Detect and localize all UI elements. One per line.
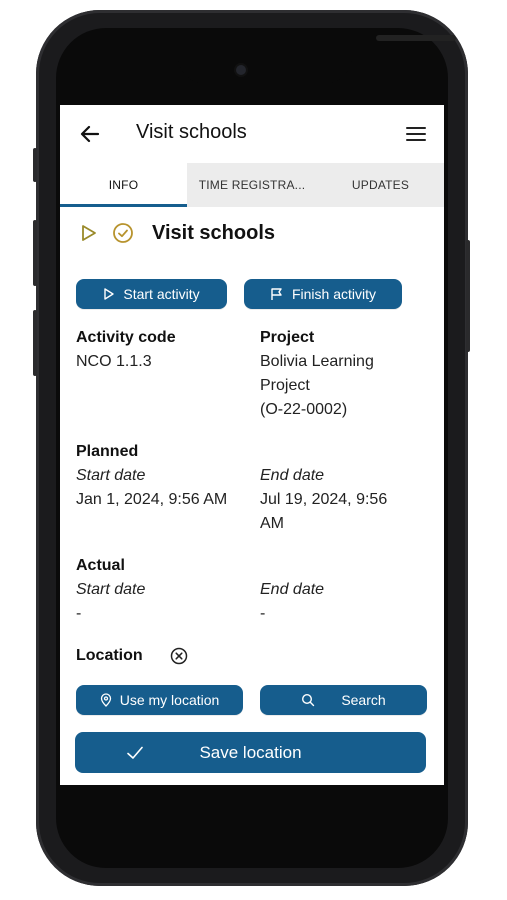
tab-updates[interactable]: UPDATES [317,163,444,207]
actual-label: Actual [76,557,125,574]
search-label: Search [341,692,386,708]
side-button-volume-up [33,220,37,286]
planned-end-label: End date [260,467,325,484]
planned-end-value-line2: AM [260,515,284,532]
tab-time-registration[interactable]: TIME REGISTRA... [187,163,317,207]
side-button-volume-down [33,310,37,376]
side-button-mute [33,148,37,182]
activity-code-value: NCO 1.1.3 [76,353,152,370]
save-location-button[interactable]: Save location [75,732,426,773]
actual-end-value: - [260,605,266,622]
play-icon [104,288,115,300]
checkmark-icon [127,746,143,759]
project-value-line1: Bolivia Learning [260,353,374,370]
actual-end-label: End date [260,581,325,598]
app-screen: Visit schools INFO TIME REGISTRA... UPDA… [60,105,444,785]
location-pin-icon [100,693,111,707]
tab-bar: INFO TIME REGISTRA... UPDATES [60,163,444,207]
planned-start-value: Jan 1, 2024, 9:56 AM [76,491,228,508]
phone-speaker [376,35,456,41]
hamburger-menu-icon[interactable] [405,123,427,145]
actual-start-value: - [76,605,82,622]
start-activity-label: Start activity [123,286,200,302]
back-arrow-icon[interactable] [78,122,102,146]
project-value-line2: Project [260,377,310,394]
play-outline-icon [82,225,96,241]
activity-code-label: Activity code [76,329,176,346]
location-label: Location [76,647,143,664]
project-label: Project [260,329,315,346]
clear-circle-icon[interactable] [170,647,188,665]
finish-activity-button[interactable]: Finish activity [244,279,402,309]
front-camera [236,65,246,75]
use-my-location-button[interactable]: Use my location [76,685,243,715]
actual-start-label: Start date [76,581,146,598]
planned-end-value-line1: Jul 19, 2024, 9:56 [260,491,388,508]
project-value-line3: (O-22-0002) [260,401,348,418]
save-location-label: Save location [199,742,302,762]
search-location-button[interactable]: Search [260,685,427,715]
use-my-location-label: Use my location [119,692,220,708]
activity-header: Visit schools [80,219,275,247]
side-button-power [466,240,470,352]
planned-start-label: Start date [76,467,146,484]
app-bar: Visit schools [60,105,444,163]
activity-title: Visit schools [152,221,276,244]
start-activity-button[interactable]: Start activity [76,279,227,309]
finish-activity-label: Finish activity [291,286,377,302]
phone-notch [178,28,456,84]
page-title: Visit schools [136,121,247,143]
check-circle-icon [113,223,133,243]
tab-info[interactable]: INFO [60,163,187,207]
planned-label: Planned [76,443,139,460]
search-icon [302,693,315,707]
flag-icon [271,288,282,300]
